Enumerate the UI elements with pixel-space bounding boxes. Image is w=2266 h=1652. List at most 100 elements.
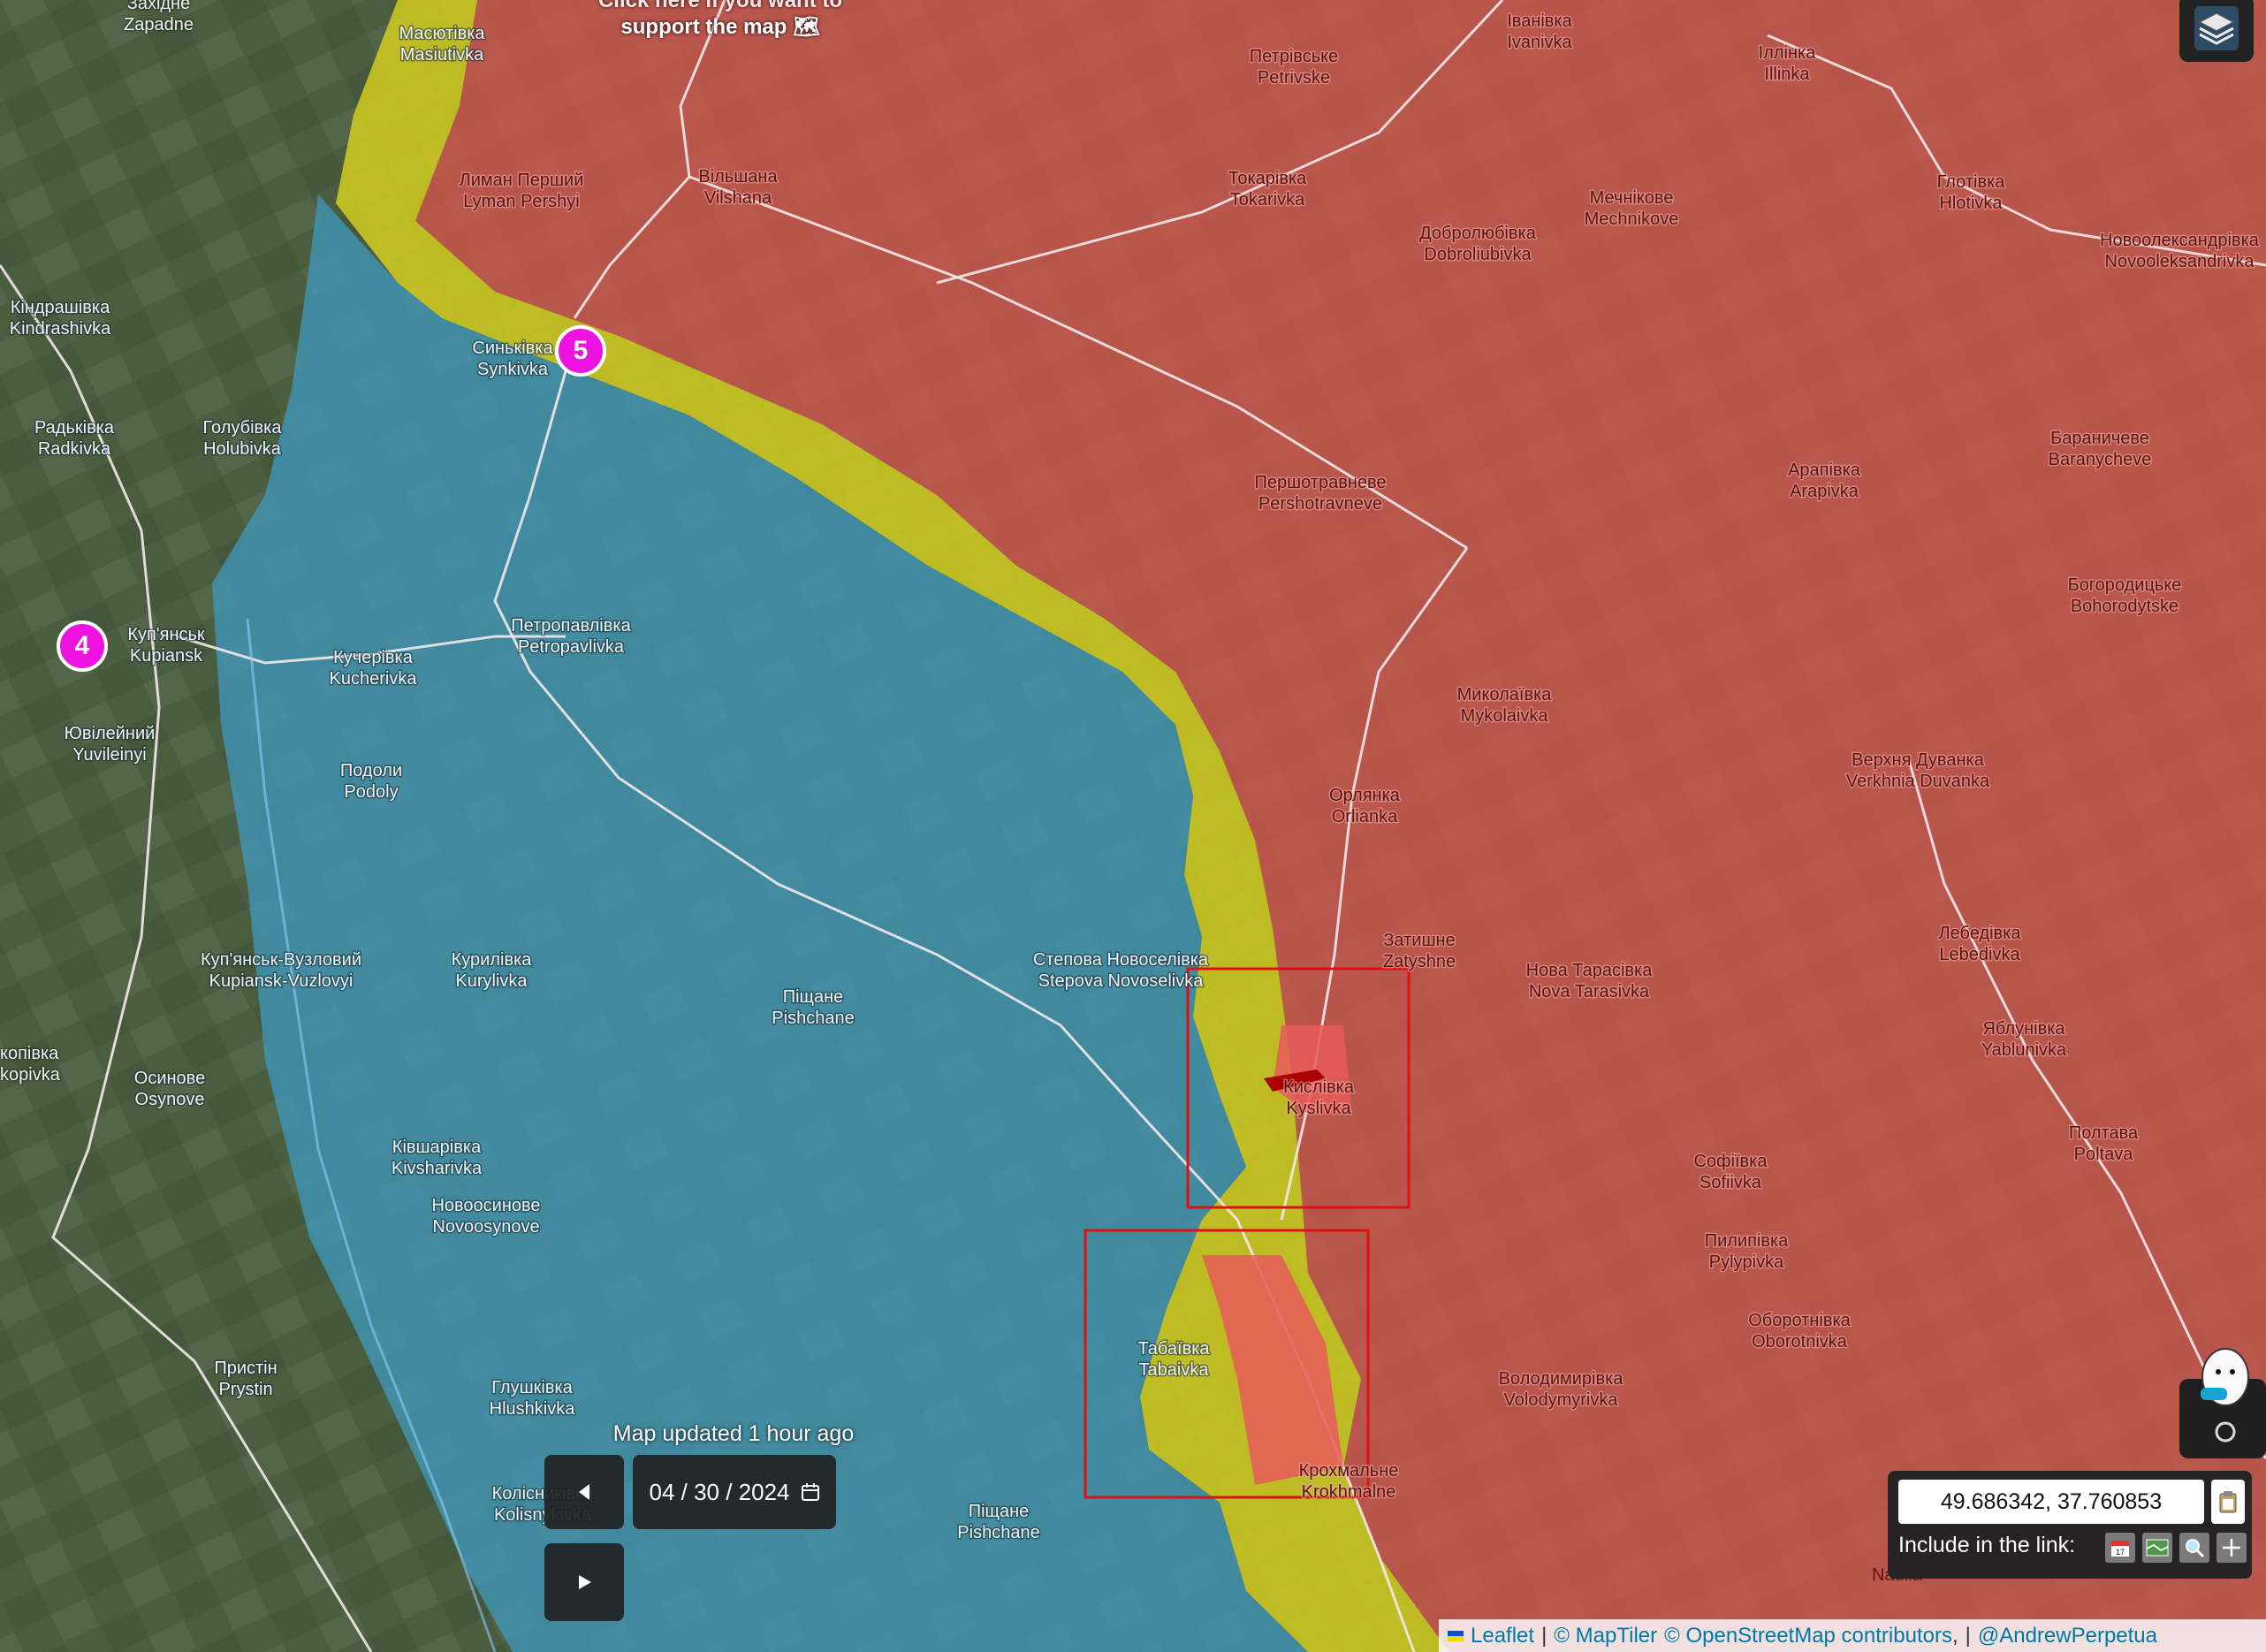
place-label-ua: Ківшарівка: [392, 1138, 482, 1157]
coordinates-panel: 49.686342, 37.760853 Include in the link…: [1888, 1471, 2252, 1579]
calendar-icon[interactable]: [801, 1482, 820, 1502]
place-label-en: Holubivka: [203, 439, 282, 459]
place-label-en: Osynove: [135, 1090, 205, 1109]
previous-day-button[interactable]: [544, 1455, 624, 1529]
place-label-en: Tabaivka: [1139, 1360, 1210, 1380]
zoom-icon: [2186, 1539, 2205, 1558]
place-label-ua: Затишне: [1383, 931, 1455, 950]
place-label-en: Mykolaivka: [1461, 706, 1549, 726]
place-label-en: Lebedivka: [1939, 945, 2020, 964]
mascot-icon: [2179, 1348, 2266, 1458]
support-banner[interactable]: Click here if you want to support the ma…: [566, 0, 875, 41]
place-label-en: Bohorodytske: [2071, 597, 2179, 616]
edge-label-en: kopivka: [0, 1065, 60, 1085]
place-label-ua: Софіївка: [1694, 1152, 1768, 1171]
svg-text:17: 17: [2116, 1548, 2125, 1557]
place-label-ua: Оборотнівка: [1748, 1311, 1851, 1330]
place-label-en: Podoly: [344, 782, 398, 802]
place-label-ua: Кучерівка: [333, 648, 414, 667]
place-label-en: Zatyshne: [1383, 952, 1456, 971]
date-input[interactable]: 04 / 30 / 2024: [649, 1479, 789, 1506]
attribution-bar: Leaflet | © MapTiler © OpenStreetMap con…: [1439, 1619, 2266, 1652]
author-link[interactable]: @AndrewPerpetua: [1978, 1624, 2157, 1648]
place-label-en: Volodymyrivka: [1504, 1390, 1619, 1410]
place-label-en: Prystin: [218, 1380, 272, 1399]
clipboard-icon: [2219, 1491, 2237, 1513]
place-label-ua: Новоосинове: [431, 1196, 540, 1215]
map-marker-5[interactable]: 5: [555, 325, 606, 377]
place-label-ua: Орлянка: [1329, 786, 1401, 805]
place-label-en: Yablunivka: [1981, 1040, 2067, 1060]
place-label-en: Kupiansk: [130, 646, 203, 666]
place-label-en: Kivsharivka: [392, 1159, 483, 1178]
include-position-toggle[interactable]: [2217, 1533, 2247, 1563]
map-icon: [2146, 1539, 2169, 1557]
place-label-en: Illinka: [1764, 65, 1810, 84]
place-label-ua: Подоли: [340, 761, 402, 780]
coordinates-field[interactable]: 49.686342, 37.760853: [1898, 1480, 2204, 1524]
coordinates-value: 49.686342, 37.760853: [1940, 1488, 2163, 1514]
include-map-toggle[interactable]: [2142, 1533, 2172, 1563]
include-date-toggle[interactable]: 17: [2105, 1533, 2135, 1563]
place-label-en: Vilshana: [704, 188, 772, 208]
support-banner-line2: support the map 🗺: [620, 15, 820, 39]
place-label-en: Verkhnia Duvanka: [1846, 772, 1990, 791]
osm-link[interactable]: © OpenStreetMap contributors: [1664, 1624, 1952, 1648]
place-label-en: Petrivske: [1258, 68, 1330, 88]
place-label-ua: Ювілейний: [65, 724, 156, 743]
place-label-ua: Нова Тарасівка: [1526, 961, 1654, 980]
place-label-en: Dobroliubivka: [1424, 245, 1532, 264]
place-label-en: Synkivka: [477, 360, 549, 379]
leaflet-link[interactable]: Leaflet: [1471, 1624, 1534, 1648]
place-label-en: Sofiivka: [1700, 1173, 1762, 1192]
place-label-ua: Піщане: [783, 987, 844, 1007]
date-picker[interactable]: 04 / 30 / 2024: [633, 1455, 836, 1529]
map-marker-4[interactable]: 4: [57, 620, 108, 672]
include-zoom-toggle[interactable]: [2179, 1533, 2209, 1563]
place-label-ua: Табаївка: [1137, 1339, 1210, 1359]
place-label-ua: Петропавлівка: [511, 616, 631, 636]
place-label-ua: Голубівка: [203, 418, 283, 438]
triangle-left-icon: [579, 1484, 589, 1500]
place-label-ua: Токарівка: [1228, 169, 1307, 188]
place-label-ua: Пристін: [214, 1359, 277, 1378]
marker-label: 5: [573, 336, 589, 365]
copy-coordinates-button[interactable]: [2211, 1480, 2245, 1524]
place-label-ua: Глушківка: [491, 1378, 573, 1397]
place-label-en: Nova Tarasivka: [1529, 982, 1650, 1001]
layers-button[interactable]: [2179, 0, 2254, 62]
mascot-widget[interactable]: [2179, 1326, 2266, 1458]
crosshair-icon: [2223, 1539, 2240, 1557]
ukraine-flag-icon: [1448, 1630, 1464, 1641]
edge-label-en: Zapadne: [124, 15, 194, 34]
place-label-ua: Лебедівка: [1939, 924, 2022, 943]
place-label-ua: Курилівка: [452, 950, 533, 970]
edge-label-ua: копівка: [0, 1044, 59, 1063]
place-label-en: Pershotravneve: [1258, 494, 1382, 514]
place-label-ua: Яблунівка: [1982, 1019, 2065, 1039]
place-label-ua: Іллінка: [1759, 43, 1817, 63]
place-label-ua: Степова Новоселівка: [1033, 950, 1209, 970]
place-label-en: Poltava: [2074, 1145, 2134, 1164]
place-label-en: Novoosynove: [432, 1217, 539, 1237]
maptiler-link[interactable]: © MapTiler: [1554, 1624, 1657, 1648]
separator: |: [1965, 1623, 1971, 1648]
place-label-ua: Володимирівка: [1499, 1369, 1624, 1389]
place-label-ua: Миколаївка: [1457, 685, 1553, 704]
place-label-en: Petropavlivka: [518, 637, 625, 657]
place-label-ua: Верхня Дуванка: [1852, 750, 1985, 770]
play-button[interactable]: [544, 1543, 624, 1621]
place-label-en: Mechnikove: [1585, 209, 1679, 229]
place-label-ua: Крохмальне: [1299, 1461, 1399, 1481]
layers-icon: [2194, 6, 2239, 50]
place-label-ua: Радьківка: [34, 418, 115, 438]
map-canvas[interactable]: Масютівка Masiutivka Лиман Перший Lyman Per…: [0, 0, 2266, 1652]
include-options: 17: [2105, 1533, 2247, 1563]
edge-label-left: копівка kopivka: [0, 1043, 60, 1085]
place-label-ua: Куп'янськ: [127, 625, 205, 644]
place-label-en: Arapivka: [1790, 482, 1859, 501]
place-label-en: Kucherivka: [330, 669, 418, 689]
calendar-icon: 17: [2111, 1541, 2129, 1557]
place-label-en: Lyman Pershyi: [463, 192, 580, 211]
place-label-ua: Бараничеве: [2050, 429, 2149, 448]
